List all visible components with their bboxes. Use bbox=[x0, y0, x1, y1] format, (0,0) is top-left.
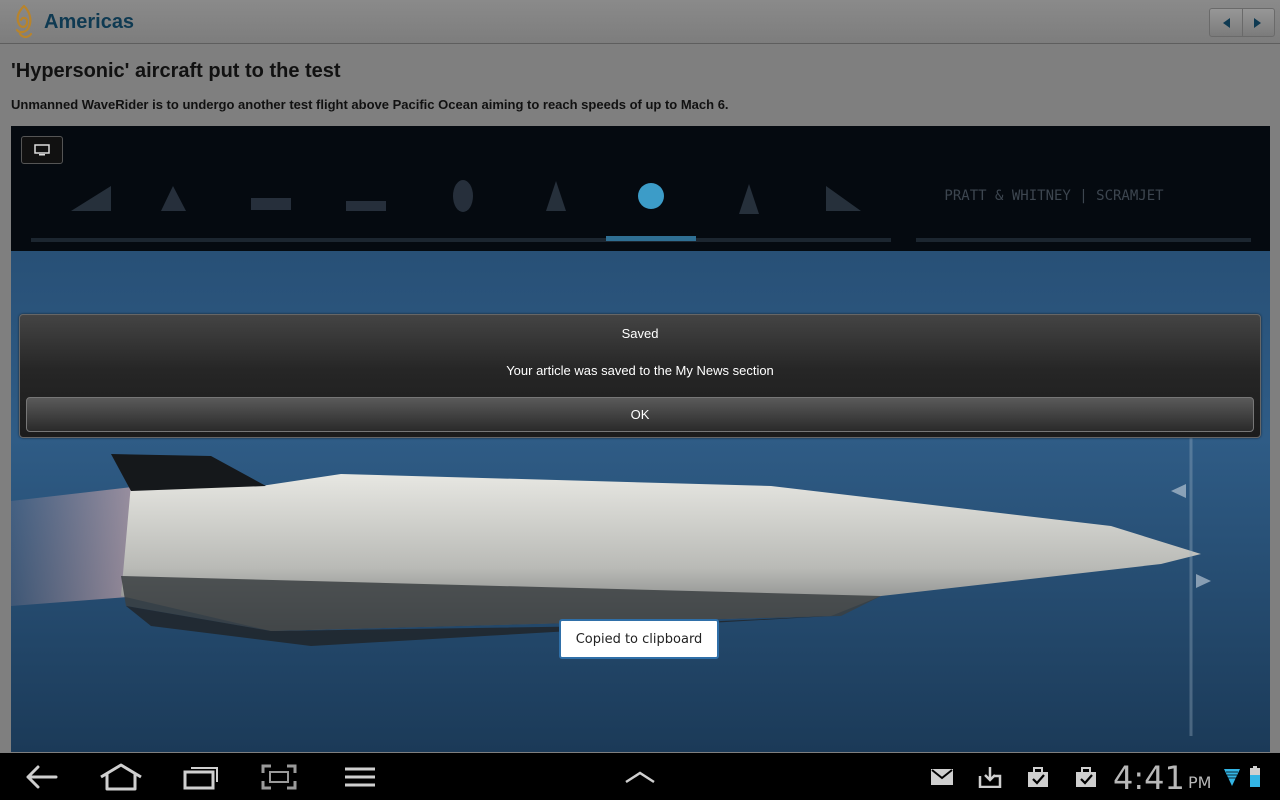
task-done-icon bbox=[1028, 766, 1048, 787]
notification-gmail[interactable] bbox=[928, 753, 956, 800]
ok-button[interactable]: OK bbox=[26, 397, 1254, 432]
home-button[interactable] bbox=[96, 753, 146, 800]
al-jazeera-logo bbox=[15, 4, 33, 39]
fullscreen-button[interactable] bbox=[21, 136, 63, 164]
system-bar: 4:41 PM bbox=[0, 753, 1280, 800]
back-button[interactable] bbox=[18, 753, 64, 800]
menu-icon bbox=[345, 767, 375, 786]
saved-dialog: Saved Your article was saved to the My N… bbox=[19, 314, 1261, 438]
notification-task-2[interactable] bbox=[1072, 753, 1100, 800]
triangle-left-icon bbox=[1222, 17, 1230, 28]
gmail-icon bbox=[931, 768, 953, 785]
previous-article-button[interactable] bbox=[1210, 9, 1242, 36]
system-clock-ampm: PM bbox=[1188, 773, 1212, 792]
wifi-icon bbox=[1224, 768, 1240, 786]
back-icon bbox=[26, 765, 58, 788]
system-clock[interactable]: 4:41 bbox=[1113, 759, 1185, 797]
download-icon bbox=[978, 766, 1002, 788]
article-pager bbox=[1209, 8, 1275, 37]
notification-download[interactable] bbox=[976, 753, 1004, 800]
recent-apps-icon bbox=[183, 766, 218, 789]
battery-status bbox=[1246, 753, 1264, 800]
home-icon bbox=[100, 763, 142, 790]
app-header: Americas bbox=[0, 0, 1280, 44]
task-done-icon bbox=[1076, 766, 1096, 787]
recent-apps-button[interactable] bbox=[180, 753, 222, 800]
article-headline: 'Hypersonic' aircraft put to the test bbox=[11, 60, 341, 82]
dialog-message: Your article was saved to the My News se… bbox=[506, 363, 774, 378]
battery-icon bbox=[1250, 765, 1260, 787]
article-summary: Unmanned WaveRider is to undergo another… bbox=[11, 97, 729, 112]
dialog-title: Saved bbox=[621, 326, 659, 341]
menu-button[interactable] bbox=[340, 753, 380, 800]
expand-button[interactable] bbox=[620, 753, 660, 800]
monitor-icon bbox=[34, 144, 50, 156]
next-article-button[interactable] bbox=[1241, 9, 1275, 36]
screenshot-button[interactable] bbox=[258, 753, 300, 800]
triangle-right-icon bbox=[1254, 17, 1262, 28]
video-overlay-text: PRATT & WHITNEY | SCRAMJET bbox=[944, 188, 1164, 204]
notification-task-1[interactable] bbox=[1024, 753, 1052, 800]
clipboard-toast: Copied to clipboard bbox=[559, 619, 719, 659]
chevron-up-icon bbox=[625, 771, 655, 783]
screenshot-icon bbox=[261, 764, 297, 789]
section-title: Americas bbox=[44, 11, 135, 33]
wifi-status bbox=[1222, 753, 1242, 800]
